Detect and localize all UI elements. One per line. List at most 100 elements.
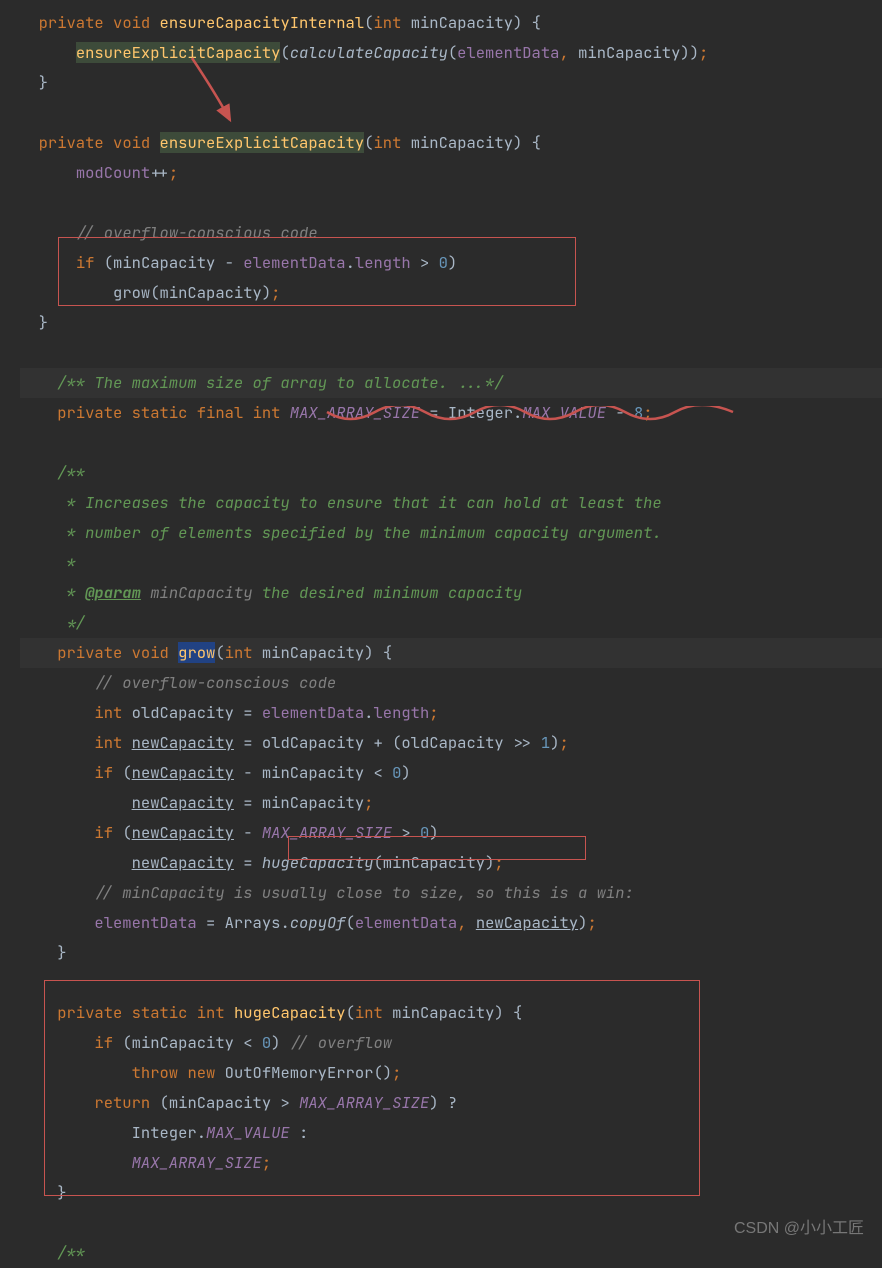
- method-call-highlighted: ensureExplicitCapacity: [76, 42, 281, 63]
- javadoc-param: minCapacity: [141, 582, 253, 603]
- ident: newCapacity: [132, 762, 234, 783]
- keyword: if: [94, 1032, 113, 1053]
- code-line: if (minCapacity - elementData.length > 0…: [20, 248, 882, 278]
- code-line: *: [20, 548, 882, 578]
- code-line: MAX_ARRAY_SIZE;: [20, 1148, 882, 1178]
- javadoc: the desired minimum capacity: [253, 582, 523, 603]
- code-line: Integer.MAX_VALUE :: [20, 1118, 882, 1148]
- keyword: private: [39, 12, 104, 33]
- method-name: hugeCapacity: [234, 1002, 346, 1023]
- code-line: ensureExplicitCapacity(calculateCapacity…: [20, 38, 882, 68]
- keyword: int: [373, 12, 401, 33]
- constant: MAX_ARRAY_SIZE: [262, 822, 392, 843]
- code-editor[interactable]: private void ensureCapacityInternal(int …: [0, 0, 882, 1268]
- param: minCapacity: [392, 1002, 494, 1023]
- code-line: newCapacity = hugeCapacity(minCapacity);: [20, 848, 882, 878]
- code-line: }: [20, 68, 882, 98]
- javadoc: * Increases the capacity to ensure that …: [57, 492, 662, 513]
- field: length: [355, 252, 411, 273]
- code-line: [20, 428, 882, 458]
- code-line: [20, 188, 882, 218]
- javadoc: /**: [57, 1242, 85, 1263]
- ident: minCapacity: [383, 852, 485, 873]
- keyword: private: [57, 642, 122, 663]
- method-name-highlighted: ensureExplicitCapacity: [160, 132, 365, 153]
- ident: newCapacity: [132, 792, 234, 813]
- code-line: [20, 338, 882, 368]
- keyword: if: [76, 252, 95, 273]
- javadoc: * number of elements specified by the mi…: [57, 522, 662, 543]
- field: modCount: [76, 162, 150, 183]
- keyword: int: [373, 132, 401, 153]
- code-line: /**: [20, 1238, 882, 1268]
- keyword: private: [57, 402, 122, 423]
- javadoc: /** The maximum size of array to allocat…: [57, 372, 503, 393]
- keyword: static: [132, 1002, 188, 1023]
- param: minCapacity: [411, 132, 513, 153]
- constant: MAX_ARRAY_SIZE: [299, 1092, 429, 1113]
- method-call: grow: [113, 282, 150, 303]
- keyword: void: [113, 12, 150, 33]
- javadoc: /**: [57, 462, 85, 483]
- field: elementData: [355, 912, 457, 933]
- javadoc: *: [57, 552, 76, 573]
- code-line: // overflow-conscious code: [20, 668, 882, 698]
- operator: ++: [150, 162, 169, 183]
- constant: MAX_VALUE: [522, 402, 606, 423]
- field: elementData: [243, 252, 345, 273]
- code-line: newCapacity = minCapacity;: [20, 788, 882, 818]
- code-line: grow(minCapacity);: [20, 278, 882, 308]
- watermark: CSDN @小小工匠: [734, 1214, 864, 1238]
- ident: minCapacity: [578, 42, 680, 63]
- keyword: if: [94, 762, 113, 783]
- code-line: * number of elements specified by the mi…: [20, 518, 882, 548]
- class: OutOfMemoryError: [225, 1062, 374, 1083]
- code-line: private void grow(int minCapacity) {: [20, 638, 882, 668]
- field: length: [373, 702, 429, 723]
- code-line: }: [20, 1178, 882, 1208]
- code-line: * Increases the capacity to ensure that …: [20, 488, 882, 518]
- param: minCapacity: [262, 642, 364, 663]
- ident: oldCapacity: [262, 732, 364, 753]
- ident: minCapacity: [169, 1092, 271, 1113]
- ident: minCapacity: [113, 252, 215, 273]
- method-call: calculateCapacity: [290, 42, 448, 63]
- class: Arrays: [225, 912, 281, 933]
- keyword: return: [94, 1092, 150, 1113]
- javadoc-tag: @param: [85, 582, 141, 603]
- code-line: elementData = Arrays.copyOf(elementData,…: [20, 908, 882, 938]
- keyword: throw: [132, 1062, 179, 1083]
- code-line: private void ensureCapacityInternal(int …: [20, 8, 882, 38]
- javadoc: *: [57, 582, 85, 603]
- ident: newCapacity: [132, 822, 234, 843]
- keyword: int: [94, 732, 122, 753]
- comment: // overflow-conscious code: [76, 222, 318, 243]
- number: 1: [541, 732, 550, 753]
- keyword: private: [57, 1002, 122, 1023]
- keyword: int: [253, 402, 281, 423]
- param: minCapacity: [411, 12, 513, 33]
- keyword: static: [132, 402, 188, 423]
- constant: MAX_VALUE: [206, 1122, 290, 1143]
- number: 8: [634, 402, 643, 423]
- keyword: void: [132, 642, 169, 663]
- keyword: final: [197, 402, 244, 423]
- number: 0: [420, 822, 429, 843]
- code-line: int oldCapacity = elementData.length;: [20, 698, 882, 728]
- ident: minCapacity: [262, 792, 364, 813]
- code-line: int newCapacity = oldCapacity + (oldCapa…: [20, 728, 882, 758]
- code-line: [20, 98, 882, 128]
- keyword: void: [113, 132, 150, 153]
- constant: MAX_ARRAY_SIZE: [290, 402, 420, 423]
- constant: MAX_ARRAY_SIZE: [132, 1152, 262, 1173]
- method-call: hugeCapacity: [262, 852, 374, 873]
- code-line: private static int hugeCapacity(int minC…: [20, 998, 882, 1028]
- code-line: }: [20, 938, 882, 968]
- field: elementData: [94, 912, 196, 933]
- field: elementData: [262, 702, 364, 723]
- comment: // minCapacity is usually close to size,…: [94, 882, 633, 903]
- keyword: if: [94, 822, 113, 843]
- comment: // overflow-conscious code: [94, 672, 336, 693]
- ident: newCapacity: [476, 912, 578, 933]
- keyword: new: [187, 1062, 215, 1083]
